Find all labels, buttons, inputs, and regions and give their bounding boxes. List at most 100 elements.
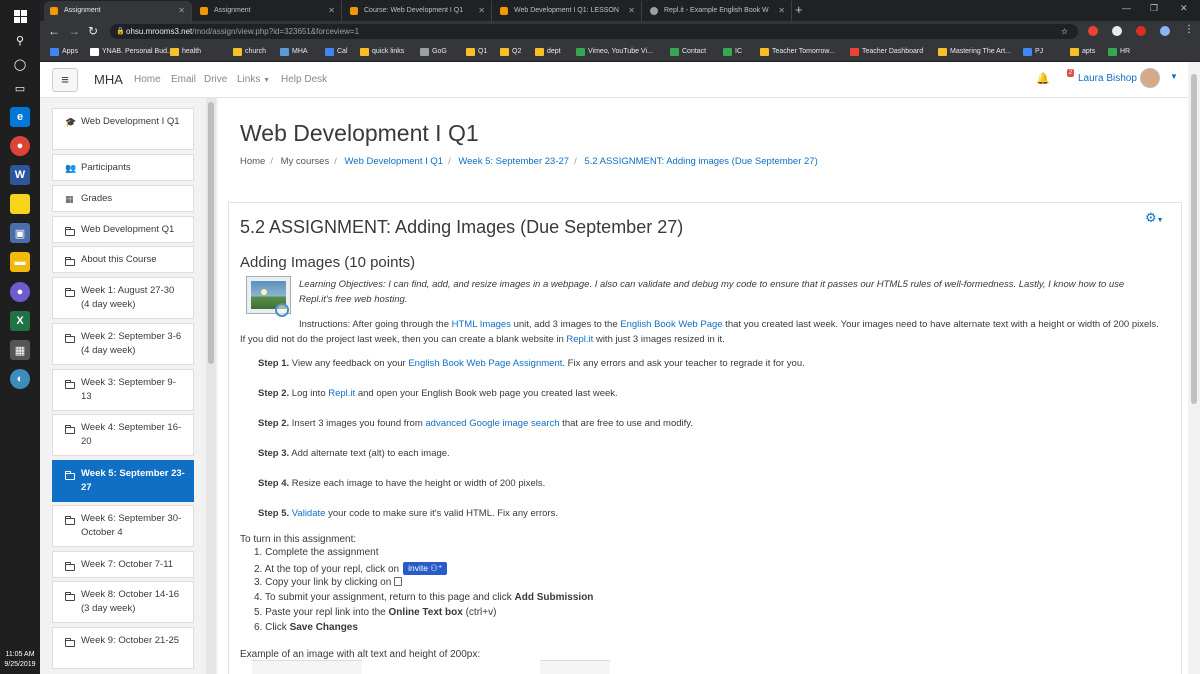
page-scrollbar[interactable] (1188, 62, 1200, 674)
settings-gear-icon[interactable]: ⚙▼ (1145, 210, 1164, 226)
bookmark-item[interactable]: health (170, 46, 201, 58)
browser-tab[interactable]: Repl.it - Example English Book W ✕ (644, 1, 792, 21)
drawer-item[interactable]: About this Course (52, 246, 194, 273)
site-brand[interactable]: MHA (94, 72, 123, 87)
drawer-item-active[interactable]: Week 5: September 23-27 (52, 460, 194, 502)
file-explorer-icon[interactable]: ▬ (10, 252, 30, 272)
drawer-scrollbar-thumb[interactable] (208, 102, 214, 364)
new-tab-plus-icon[interactable]: + (795, 2, 803, 17)
breadcrumb-week[interactable]: Week 5: September 23-27 (458, 156, 569, 167)
task-view-icon[interactable]: ▭ (10, 78, 30, 98)
sticky-notes-icon[interactable] (10, 194, 30, 214)
drawer-item[interactable]: Week 7: October 7-11 (52, 551, 194, 578)
bookmark-item[interactable]: Apps (50, 46, 78, 58)
word-icon[interactable]: W (10, 165, 30, 185)
browser-tab[interactable]: Course: Web Development I Q1 ✕ (344, 1, 492, 21)
bookmark-item[interactable]: IC (723, 46, 742, 58)
chrome-menu-icon[interactable]: ⋮ (1184, 24, 1194, 35)
breadcrumb-course[interactable]: Web Development I Q1 (344, 156, 443, 167)
bookmark-item[interactable]: PJ (1023, 46, 1043, 58)
windows-start-icon[interactable] (10, 6, 30, 26)
search-icon[interactable]: ⚲ (10, 30, 30, 50)
drawer-item[interactable]: Week 9: October 21-25 (52, 627, 194, 669)
profile-avatar-icon[interactable] (1160, 26, 1170, 36)
step-link[interactable]: Validate (292, 508, 326, 519)
html-images-link[interactable]: HTML Images (452, 319, 511, 330)
drawer-item[interactable]: Week 2: September 3-6 (4 day week) (52, 323, 194, 365)
bookmark-item[interactable]: Mastering The Art... (938, 46, 1011, 58)
bookmark-item[interactable]: Cal (325, 46, 348, 58)
teams-icon[interactable]: ▣ (10, 223, 30, 243)
edge-icon[interactable]: e (10, 107, 30, 127)
app-icon[interactable]: ◐ (10, 369, 30, 389)
excel-icon[interactable]: X (10, 311, 30, 331)
close-tab-icon[interactable]: ✕ (478, 1, 485, 21)
nav-link-help-desk[interactable]: Help Desk (281, 74, 327, 85)
close-window-icon[interactable]: ✕ (1180, 3, 1188, 14)
replit-link[interactable]: Repl.it (566, 334, 593, 345)
close-tab-icon[interactable]: ✕ (328, 1, 335, 21)
user-menu-caret-icon[interactable]: ▼ (1170, 72, 1178, 81)
bookmark-item[interactable]: Q2 (500, 46, 521, 58)
drawer-item[interactable]: Week 4: September 16-20 (52, 414, 194, 456)
bookmark-item[interactable]: HR (1108, 46, 1130, 58)
drawer-toggle-hamburger-icon[interactable]: ≡ (52, 68, 78, 92)
nav-link-links[interactable]: Links ▼ (237, 74, 270, 85)
bookmark-item[interactable]: Teacher Tomorrow... (760, 46, 835, 58)
drawer-item[interactable]: 🎓 Web Development I Q1 (52, 108, 194, 150)
notification-bell-icon[interactable]: 🔔 (1036, 72, 1050, 85)
close-tab-icon[interactable]: ✕ (628, 1, 635, 21)
cortana-icon[interactable]: ◯ (10, 54, 30, 74)
forward-arrow-icon[interactable]: → (68, 24, 80, 38)
extension-icon[interactable] (1088, 26, 1098, 36)
address-bar[interactable]: 🔒 ohsu.mrooms3.net/mod/assign/view.php?i… (110, 24, 1078, 39)
taskbar-clock[interactable]: 11:05 AM 9/25/2019 (0, 650, 40, 670)
bookmark-item[interactable]: Contact (670, 46, 706, 58)
bookmark-item[interactable]: MHA (280, 46, 308, 58)
drawer-scrollbar[interactable] (206, 98, 216, 674)
step-link[interactable]: advanced Google image search (425, 418, 559, 429)
bookmark-item[interactable]: church (233, 46, 266, 58)
bookmark-item[interactable]: YNAB. Personal Bud... (90, 46, 173, 58)
calculator-icon[interactable]: ▦ (10, 340, 30, 360)
chrome-profile-icon[interactable]: ● (10, 282, 30, 302)
breadcrumb-home[interactable]: Home (240, 156, 265, 167)
drawer-item[interactable]: Web Development Q1 (52, 216, 194, 243)
bookmark-item[interactable]: GoG (420, 46, 447, 58)
breadcrumb-my-courses[interactable]: My courses (281, 156, 330, 167)
back-arrow-icon[interactable]: ← (48, 24, 60, 38)
browser-tab[interactable]: Assignment ✕ (44, 1, 192, 21)
page-scrollbar-thumb[interactable] (1191, 74, 1197, 404)
maximize-icon[interactable]: ❐ (1150, 3, 1158, 14)
extension-icon[interactable] (1112, 26, 1122, 36)
drawer-item[interactable]: Week 8: October 14-16 (3 day week) (52, 581, 194, 623)
drawer-item[interactable]: ▦ Grades (52, 185, 194, 212)
bookmark-item[interactable]: quick links (360, 46, 404, 58)
nav-link-home[interactable]: Home (134, 74, 161, 85)
user-avatar[interactable] (1140, 68, 1160, 88)
step-link[interactable]: English Book Web Page Assignment (408, 358, 562, 369)
bookmark-item[interactable]: Teacher Dashboard (850, 46, 923, 58)
drawer-item[interactable]: Week 6: September 30-October 4 (52, 505, 194, 547)
bookmark-star-icon[interactable]: ☆ (1061, 24, 1068, 39)
chrome-icon[interactable]: ● (10, 136, 30, 156)
drawer-item[interactable]: Week 1: August 27-30 (4 day week) (52, 277, 194, 319)
bookmark-item[interactable]: Q1 (466, 46, 487, 58)
minimize-icon[interactable]: — (1122, 3, 1131, 13)
user-name[interactable]: Laura Bishop (1078, 73, 1137, 84)
nav-link-email[interactable]: Email (171, 74, 196, 85)
drawer-item[interactable]: Week 3: September 9-13 (52, 369, 194, 411)
browser-tab[interactable]: Web Development I Q1: LESSON ✕ (494, 1, 642, 21)
english-book-web-page-link[interactable]: English Book Web Page (620, 319, 722, 330)
step-link[interactable]: Repl.it (328, 388, 355, 399)
reload-icon[interactable]: ↻ (88, 24, 98, 38)
bookmark-item[interactable]: dept (535, 46, 561, 58)
drawer-item[interactable]: 👥 Participants (52, 154, 194, 181)
breadcrumb-assignment[interactable]: 5.2 ASSIGNMENT: Adding images (Due Septe… (584, 156, 817, 167)
browser-tab[interactable]: Assignment ✕ (194, 1, 342, 21)
close-tab-icon[interactable]: ✕ (778, 1, 785, 21)
close-tab-icon[interactable]: ✕ (178, 1, 185, 21)
bookmark-item[interactable]: apts (1070, 46, 1095, 58)
nav-link-drive[interactable]: Drive (204, 74, 227, 85)
bookmark-item[interactable]: Vimeo, YouTube Vi... (576, 46, 653, 58)
